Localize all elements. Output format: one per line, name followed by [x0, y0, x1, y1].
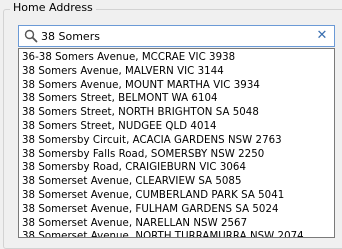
suggestion-item[interactable]: 38 Somerset Avenue, CUMBERLAND PARK SA 5…	[19, 189, 334, 203]
suggestion-item[interactable]: 38 Somers Street, NORTH BRIGHTON SA 5048	[19, 106, 334, 120]
suggestion-item[interactable]: 38 Somers Avenue, MALVERN VIC 3144	[19, 65, 334, 79]
suggestion-item[interactable]: 36-38 Somers Avenue, MCCRAE VIC 3938	[19, 51, 334, 65]
suggestion-item[interactable]: 38 Somerset Avenue, FULHAM GARDENS SA 50…	[19, 203, 334, 217]
suggestion-item[interactable]: 38 Somersby Circuit, ACACIA GARDENS NSW …	[19, 134, 334, 148]
suggestion-item[interactable]: 38 Somers Street, NUDGEE QLD 4014	[19, 120, 334, 134]
suggestion-item[interactable]: 38 Somerset Avenue, CLEARVIEW SA 5085	[19, 175, 334, 189]
suggestion-item[interactable]: 38 Somers Avenue, MOUNT MARTHA VIC 3934	[19, 79, 334, 93]
suggestion-item[interactable]: 38 Somersby Falls Road, SOMERSBY NSW 225…	[19, 148, 334, 162]
search-icon	[24, 29, 38, 43]
suggestion-item[interactable]: 38 Somerset Avenue, NORTH TURRAMURRA NSW…	[19, 230, 334, 237]
close-icon[interactable]: ✕	[316, 28, 328, 44]
suggestion-item[interactable]: 38 Somers Street, BELMONT WA 6104	[19, 92, 334, 106]
suggestion-item[interactable]: 38 Somersby Road, CRAIGIEBURN VIC 3064	[19, 161, 334, 175]
address-search-box[interactable]: ✕	[18, 25, 335, 47]
suggestion-item[interactable]: 38 Somerset Avenue, NARELLAN NSW 2567	[19, 217, 334, 231]
group-title: Home Address	[10, 1, 96, 15]
suggestions-list: 36-38 Somers Avenue, MCCRAE VIC 3938 38 S…	[18, 48, 335, 238]
search-input[interactable]	[41, 27, 311, 45]
